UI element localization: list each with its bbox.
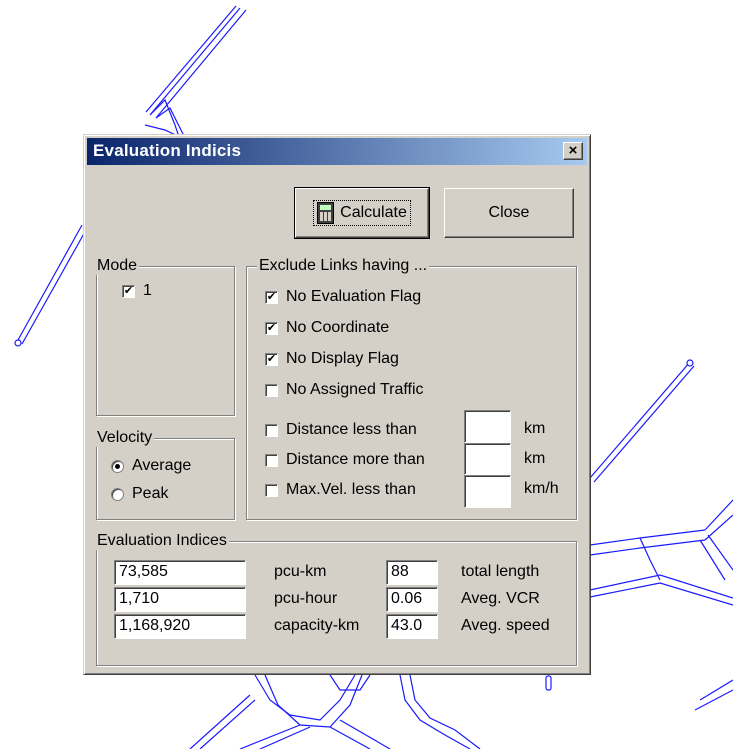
distance-less-checkbox[interactable] <box>265 423 278 437</box>
no-coordinate-label: No Coordinate <box>286 319 390 336</box>
calculator-icon <box>317 202 335 224</box>
exclude-no-evaluation-flag[interactable]: ✔ No Evaluation Flag <box>265 287 421 307</box>
no-assigned-traffic-checkbox[interactable] <box>265 383 278 397</box>
distance-less-unit: km <box>524 420 546 437</box>
exclude-no-display-flag[interactable]: ✔ No Display Flag <box>265 349 399 369</box>
distance-more-label: Distance more than <box>286 451 425 468</box>
mode-checkbox[interactable]: ✔ <box>122 284 135 298</box>
velocity-group: Velocity Average Peak <box>95 429 235 520</box>
no-display-flag-label: No Display Flag <box>286 350 399 367</box>
pcu-km-label: pcu-km <box>274 563 327 580</box>
velocity-radio-average[interactable]: Average <box>111 456 191 476</box>
distance-more-input[interactable] <box>464 443 511 475</box>
distance-less-input[interactable] <box>464 410 511 443</box>
exclude-no-coordinate[interactable]: ✔ No Coordinate <box>265 318 389 338</box>
velocity-group-label: Velocity <box>95 429 155 447</box>
distance-more-unit: km <box>524 450 546 467</box>
mode-group: Mode ✔ 1 <box>95 257 235 416</box>
mode-checkbox-label: 1 <box>143 282 152 299</box>
exclude-group-label: Exclude Links having ... <box>257 257 430 275</box>
aveg-speed-label: Aveg. speed <box>461 617 550 634</box>
pcu-km-value: 73,585 <box>114 560 246 585</box>
mode-group-label: Mode <box>95 257 140 275</box>
mode-checkbox-1[interactable]: ✔ 1 <box>122 281 152 301</box>
max-vel-less-unit: km/h <box>524 480 559 497</box>
window-title: Evaluation Indicis <box>93 141 242 160</box>
no-assigned-traffic-label: No Assigned Traffic <box>286 381 424 398</box>
calculate-button[interactable]: Calculate <box>294 187 430 239</box>
close-button[interactable]: Close <box>444 188 574 238</box>
pcu-hour-value: 1,710 <box>114 587 246 612</box>
capacity-km-label: capacity-km <box>274 617 360 634</box>
indices-group-label: Evaluation Indices <box>95 532 229 550</box>
no-coordinate-checkbox[interactable]: ✔ <box>265 321 278 335</box>
exclude-no-assigned-traffic[interactable]: No Assigned Traffic <box>265 380 424 400</box>
calculate-label: Calculate <box>340 204 407 221</box>
average-radio[interactable] <box>111 459 124 473</box>
aveg-vcr-label: Aveg. VCR <box>461 590 540 607</box>
max-vel-less-checkbox[interactable] <box>265 483 278 497</box>
max-vel-less-label: Max.Vel. less than <box>286 481 416 498</box>
no-display-flag-checkbox[interactable]: ✔ <box>265 352 278 366</box>
total-length-value: 88 <box>386 560 438 585</box>
evaluation-indices-group: Evaluation Indices 73,585 pcu-km 88 tota… <box>95 532 577 666</box>
total-length-label: total length <box>461 563 540 580</box>
close-label: Close <box>488 204 530 221</box>
aveg-speed-value: 43.0 <box>386 614 438 639</box>
close-icon[interactable]: × <box>563 142 583 160</box>
title-bar[interactable]: Evaluation Indicis × <box>87 138 587 165</box>
capacity-km-value: 1,168,920 <box>114 614 246 639</box>
evaluation-indices-dialog: Evaluation Indicis × Calculate Close Mod… <box>83 134 591 675</box>
distance-less-label: Distance less than <box>286 421 417 438</box>
exclude-distance-less[interactable]: Distance less than <box>265 420 417 440</box>
no-evaluation-flag-checkbox[interactable]: ✔ <box>265 290 278 304</box>
exclude-links-group: Exclude Links having ... ✔ No Evaluation… <box>246 257 577 520</box>
velocity-radio-peak[interactable]: Peak <box>111 484 168 504</box>
exclude-max-vel-less[interactable]: Max.Vel. less than <box>265 480 416 500</box>
aveg-vcr-value: 0.06 <box>386 587 438 612</box>
distance-more-checkbox[interactable] <box>265 453 278 467</box>
average-label: Average <box>132 457 192 474</box>
calculate-button-focus: Calculate <box>313 200 411 226</box>
no-evaluation-flag-label: No Evaluation Flag <box>286 288 422 305</box>
exclude-distance-more[interactable]: Distance more than <box>265 450 425 470</box>
peak-label: Peak <box>132 485 169 502</box>
max-vel-less-input[interactable] <box>464 475 511 508</box>
pcu-hour-label: pcu-hour <box>274 590 338 607</box>
peak-radio[interactable] <box>111 487 124 501</box>
